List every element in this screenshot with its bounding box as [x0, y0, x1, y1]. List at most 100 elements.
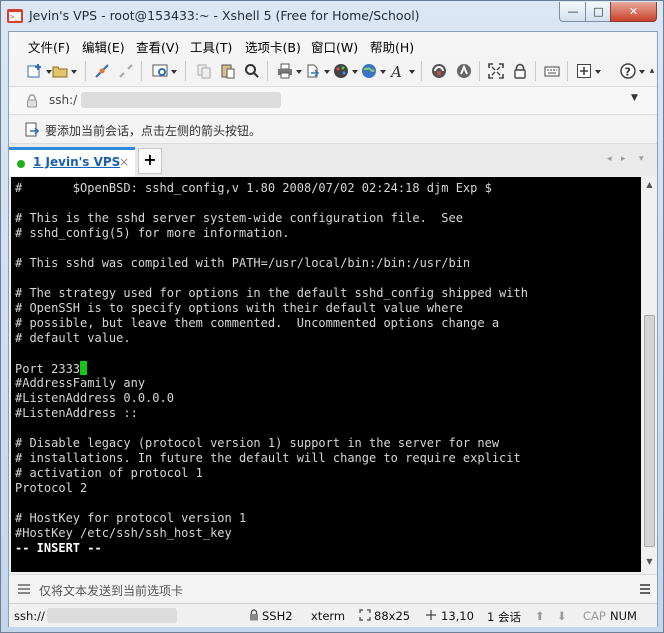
tab-list-icon[interactable]: ▾	[639, 154, 644, 164]
svg-text:A: A	[390, 63, 402, 79]
terminal-line-port: Port 2333	[15, 361, 88, 377]
tab-jevins-vps[interactable]: 1 Jevin's VPS ×	[9, 147, 135, 176]
terminal-line: # activation of protocol 1	[15, 466, 203, 480]
terminal-line: # HostKey for protocol version 1	[15, 511, 247, 525]
terminal-line: #AddressFamily any	[15, 376, 146, 390]
ssh-lock-icon	[250, 609, 258, 621]
copy-icon[interactable]	[195, 62, 213, 80]
add-icon[interactable]	[575, 62, 601, 80]
vim-mode-line: -- INSERT --	[15, 541, 102, 555]
terminal-scrollbar[interactable]: ▲ ▼	[642, 177, 657, 572]
transfer-icon[interactable]	[304, 62, 330, 80]
toolbar-separator	[535, 61, 536, 81]
tab-close-icon[interactable]: ×	[119, 155, 129, 169]
connected-status-icon	[17, 160, 25, 168]
menu-help[interactable]: 帮助(H)	[370, 37, 414, 56]
paste-icon[interactable]	[219, 62, 237, 80]
xmanager-icon[interactable]	[455, 62, 473, 80]
send-text-input[interactable]: 仅将文本发送到当前选项卡	[39, 582, 183, 599]
new-tab-button[interactable]: +	[138, 148, 162, 174]
compose-menu-icon[interactable]	[17, 583, 31, 595]
menu-edit[interactable]: 编辑(E)	[82, 37, 125, 56]
address-dropdown-icon[interactable]: ▼	[631, 93, 638, 103]
maximize-button[interactable]: □	[585, 2, 612, 22]
title-bar[interactable]: >_ Jevin's VPS - root@153433:~ - Xshell …	[1, 1, 663, 31]
menu-tabs[interactable]: 选项卡(B)	[245, 37, 301, 56]
toolbar-separator	[567, 61, 568, 81]
client-area: 文件(F) 编辑(E) 查看(V) 工具(T) 选项卡(B) 窗口(W) 帮助(…	[8, 31, 658, 627]
terminal-line: # This is the sshd server system-wide co…	[15, 211, 463, 225]
toolbar-overflow-icon[interactable]: ▴	[643, 62, 661, 80]
download-arrow-icon: ⬇	[557, 609, 567, 623]
add-session-arrow-icon[interactable]	[24, 122, 40, 138]
scroll-up-icon[interactable]: ▲	[644, 180, 655, 191]
svg-text:>_: >_	[10, 13, 19, 21]
properties-icon[interactable]	[151, 62, 177, 80]
toolbar-separator	[479, 61, 480, 81]
terminal-line: #ListenAddress ::	[15, 406, 138, 420]
svg-text:?: ?	[625, 66, 631, 79]
help-icon[interactable]: ?	[619, 62, 645, 80]
address-lock-icon	[27, 94, 37, 108]
toolbar: A ? ▴	[9, 56, 657, 87]
status-bar: ssh:// SSH2 xterm 88x25 13,10 1 会话 ⬆ ⬇ C…	[9, 603, 657, 627]
globe-icon[interactable]	[360, 62, 386, 80]
close-button[interactable]: ✕	[610, 2, 657, 22]
num-lock-indicator: NUM	[610, 609, 637, 623]
tab-bar: 1 Jevin's VPS × + ◂ ▸ ▾	[9, 144, 657, 176]
menu-file[interactable]: 文件(F)	[28, 37, 70, 56]
redacted-address	[81, 92, 281, 108]
menu-tools[interactable]: 工具(T)	[190, 37, 232, 56]
redacted-status-address	[47, 608, 177, 623]
fullscreen-icon[interactable]	[487, 62, 505, 80]
scroll-down-icon[interactable]: ▼	[644, 557, 655, 568]
toolbar-separator	[185, 61, 186, 81]
font-icon[interactable]: A	[389, 62, 415, 80]
tab-prev-icon[interactable]: ◂	[607, 154, 612, 164]
port-line-text: Port 2333	[15, 362, 81, 376]
terminal-line: #ListenAddress 0.0.0.0	[15, 391, 174, 405]
toolbar-separator	[141, 61, 142, 81]
disconnect-icon[interactable]	[117, 62, 135, 80]
toolbar-separator	[267, 61, 268, 81]
tab-label: 1 Jevin's VPS	[33, 155, 121, 169]
connect-icon[interactable]	[93, 62, 111, 80]
tab-next-icon[interactable]: ▸	[621, 154, 626, 164]
terminal-line: # The strategy used for options in the d…	[15, 286, 528, 300]
new-session-icon[interactable]	[26, 62, 52, 80]
status-terminal-type: xterm	[311, 609, 346, 623]
status-protocol: SSH2	[262, 609, 293, 623]
open-folder-icon[interactable]	[51, 62, 77, 80]
cursor-position-icon	[426, 610, 436, 620]
xshell-app-icon: >_	[7, 9, 23, 23]
menu-bar: 文件(F) 编辑(E) 查看(V) 工具(T) 选项卡(B) 窗口(W) 帮助(…	[9, 32, 657, 56]
session-hint-bar: 要添加当前会话，点击左侧的箭头按钮。	[9, 116, 657, 144]
xftp-icon[interactable]	[430, 62, 448, 80]
terminal-line: # OpenSSH is to specify options with the…	[15, 301, 463, 315]
terminal-line: # installations. In future the default w…	[15, 451, 521, 465]
find-icon[interactable]	[243, 62, 261, 80]
status-session-count: 1 会话	[487, 610, 521, 624]
print-icon[interactable]	[276, 62, 302, 80]
scrollbar-thumb[interactable]	[644, 315, 655, 547]
lock-icon[interactable]	[511, 62, 529, 80]
status-cursor-position: 13,10	[441, 609, 474, 623]
upload-arrow-icon: ⬆	[535, 609, 545, 623]
terminal-line: # default value.	[15, 331, 131, 345]
status-terminal-size: 88x25	[374, 609, 411, 623]
minimize-button[interactable]: —	[559, 2, 587, 22]
terminal-screen[interactable]: # $OpenBSD: sshd_config,v 1.80 2008/07/0…	[11, 177, 641, 572]
terminal-line: # sshd_config(5) for more information.	[15, 226, 290, 240]
terminal-size-icon	[359, 609, 371, 621]
color-scheme-icon[interactable]	[332, 62, 358, 80]
menu-window[interactable]: 窗口(W)	[311, 37, 358, 56]
compose-options-icon[interactable]	[639, 583, 651, 595]
menu-view[interactable]: 查看(V)	[136, 37, 179, 56]
address-bar: ssh:/ ▼	[9, 87, 657, 115]
keyboard-icon[interactable]	[543, 62, 561, 80]
app-window: >_ Jevin's VPS - root@153433:~ - Xshell …	[0, 0, 664, 633]
terminal-line: Protocol 2	[15, 481, 88, 495]
address-input[interactable]: ssh:/	[49, 93, 77, 107]
status-address: ssh://	[14, 609, 45, 623]
toolbar-separator	[85, 61, 86, 81]
